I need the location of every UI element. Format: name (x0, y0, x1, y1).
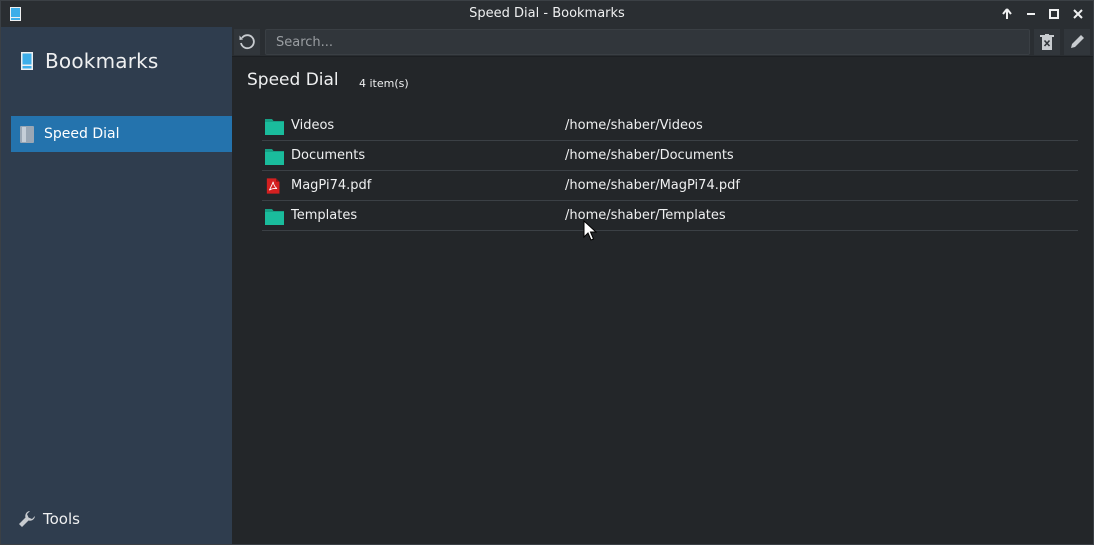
tools-button[interactable]: Tools (17, 509, 80, 529)
sidebar-item-label: Speed Dial (44, 126, 120, 142)
close-button[interactable] (1069, 5, 1087, 23)
list-item[interactable]: Documents /home/shaber/Documents (262, 141, 1078, 171)
trash-icon (1040, 34, 1054, 50)
minimize-button[interactable] (1022, 5, 1040, 23)
item-name: Templates (291, 208, 358, 223)
sidebar: Bookmarks Speed Dial Tools (1, 27, 232, 544)
window-title: Speed Dial - Bookmarks (469, 6, 625, 21)
sidebar-brand-label: Bookmarks (45, 49, 159, 73)
mouse-cursor-icon (583, 220, 597, 241)
item-path: /home/shaber/Documents (565, 148, 734, 163)
bookmark-book-icon (20, 125, 34, 143)
bookmarks-app-icon (21, 52, 33, 70)
wrench-icon (19, 511, 35, 527)
item-name: Documents (291, 148, 366, 163)
list-item[interactable]: MagPi74.pdf /home/shaber/MagPi74.pdf (262, 171, 1078, 201)
item-name: MagPi74.pdf (291, 178, 372, 193)
maximize-button[interactable] (1045, 5, 1063, 23)
reload-button[interactable] (233, 28, 261, 56)
app-window: Speed Dial - Bookmarks Bookmarks Speed D… (0, 0, 1094, 545)
item-path: /home/shaber/MagPi74.pdf (565, 178, 740, 193)
title-bar[interactable]: Speed Dial - Bookmarks (1, 1, 1093, 27)
toolbar (232, 27, 1093, 57)
page-title: Speed Dial (247, 70, 339, 90)
list-item[interactable]: Templates /home/shaber/Templates (262, 201, 1078, 231)
delete-button[interactable] (1033, 28, 1061, 56)
edit-button[interactable] (1063, 28, 1091, 56)
pencil-icon (1071, 35, 1084, 48)
sidebar-brand: Bookmarks (21, 49, 159, 73)
folder-icon (265, 149, 284, 165)
item-count: 4 item(s) (359, 77, 409, 90)
tools-label: Tools (43, 510, 80, 528)
bookmark-list: Videos /home/shaber/Videos Documents /ho… (262, 111, 1078, 231)
folder-icon (265, 119, 284, 135)
close-icon (1073, 9, 1083, 19)
keep-above-button[interactable] (998, 5, 1016, 23)
list-item[interactable]: Videos /home/shaber/Videos (262, 111, 1078, 141)
search-input[interactable] (265, 29, 1030, 55)
main-content: Speed Dial 4 item(s) Videos /home/shaber… (232, 58, 1093, 544)
item-name: Videos (291, 118, 335, 133)
sidebar-item-speed-dial[interactable]: Speed Dial (11, 116, 232, 152)
item-path: /home/shaber/Videos (565, 118, 703, 133)
pdf-icon (266, 178, 280, 194)
arrow-up-icon (1002, 8, 1012, 19)
maximize-icon (1049, 9, 1059, 19)
reload-icon (239, 34, 255, 50)
folder-icon (265, 209, 284, 225)
minimize-icon (1027, 13, 1035, 15)
